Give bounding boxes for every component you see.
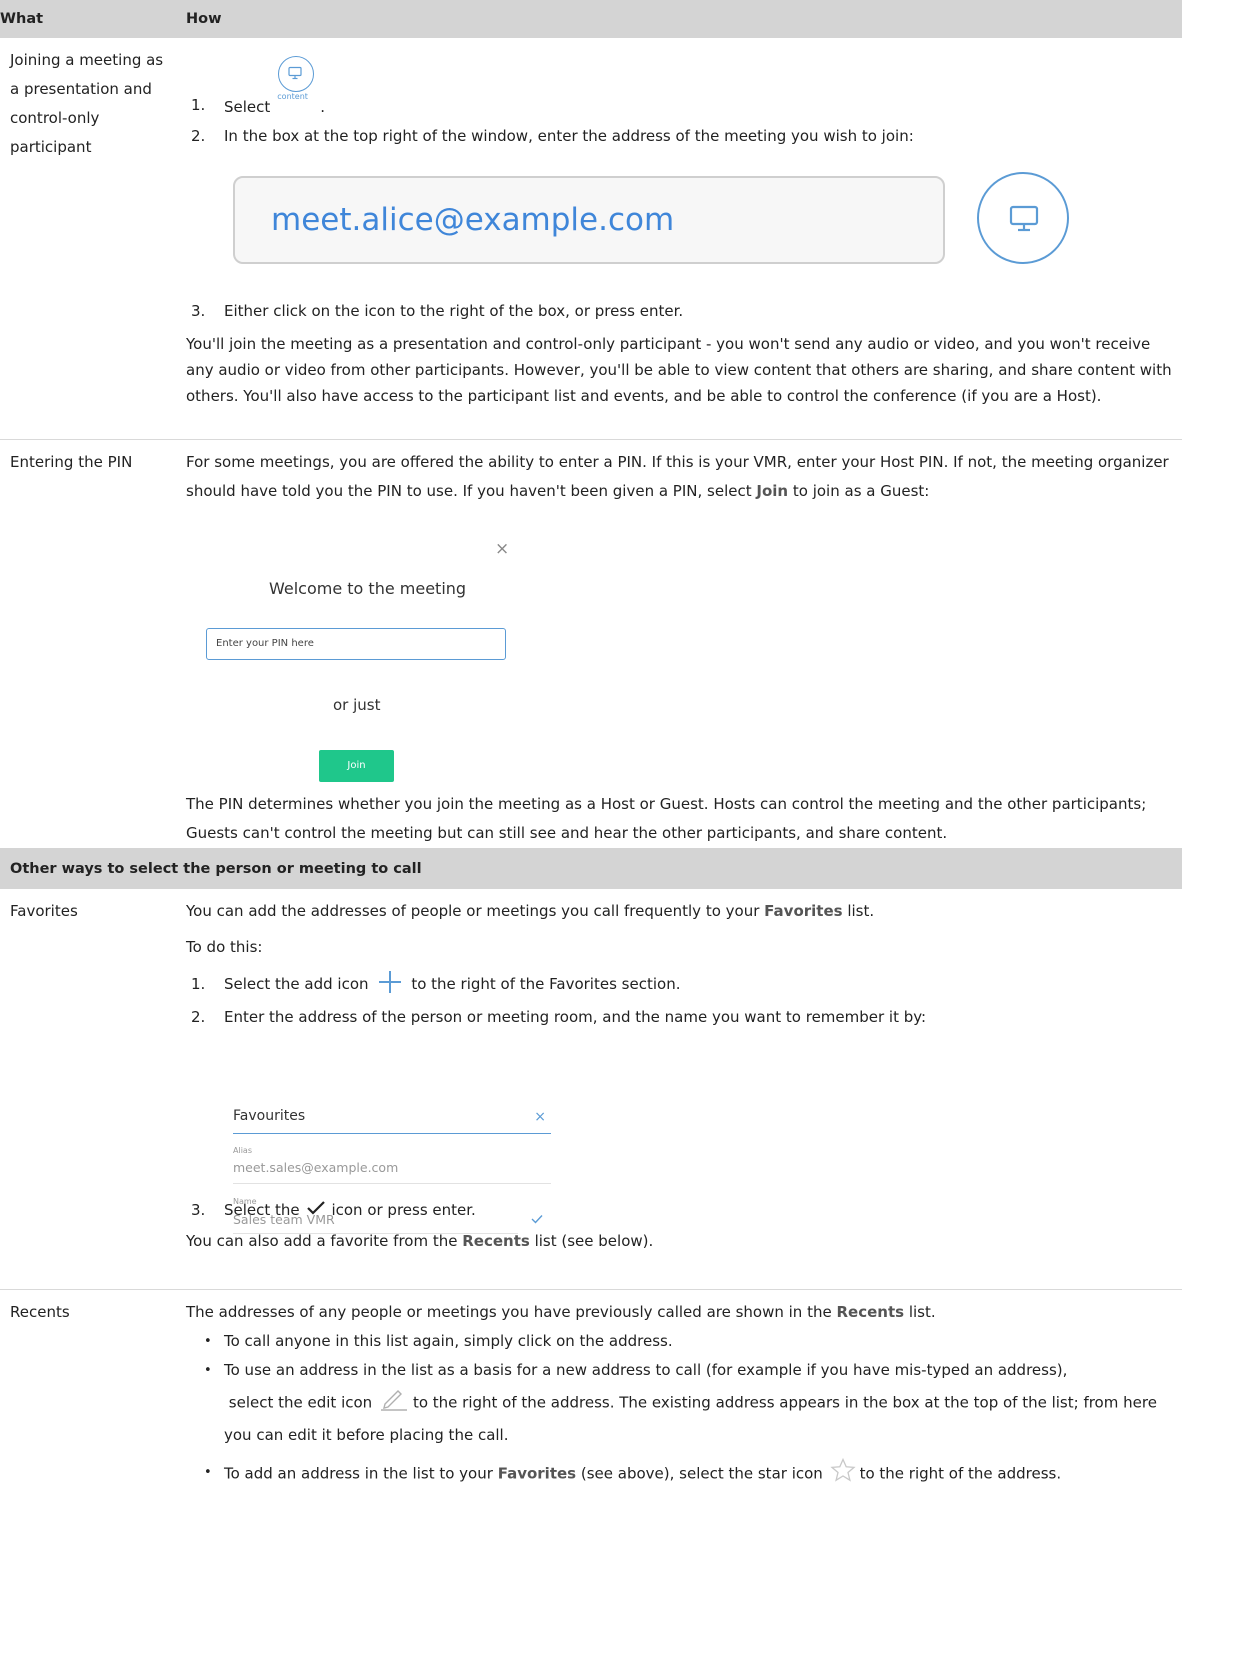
recents-term: Recents bbox=[836, 1303, 905, 1321]
monitor-icon bbox=[288, 66, 302, 80]
table-header-row: What How bbox=[0, 0, 1182, 38]
list-item: To call anyone in this list again, simpl… bbox=[186, 1327, 1182, 1356]
step-text: Enter the address of the person or meeti… bbox=[224, 1008, 927, 1026]
join-steps-cont: 3. Either click on the icon to the right … bbox=[186, 298, 1182, 328]
text: list. bbox=[908, 1303, 936, 1321]
table-row: Entering the PIN For some meetings, you … bbox=[0, 439, 1182, 848]
row-label-favorites: Favorites bbox=[10, 902, 78, 920]
list-item: 1. Select content. bbox=[186, 56, 1182, 121]
list-item: 3. Either click on the icon to the right … bbox=[191, 302, 684, 320]
join-steps: 1. Select content. 2. In the box at the to… bbox=[186, 56, 1182, 153]
step-text: Either click on the icon to the right of… bbox=[224, 302, 684, 320]
monitor-icon bbox=[1009, 205, 1039, 232]
text: to the right of the address. bbox=[859, 1464, 1062, 1483]
pin-paragraph-1: For some meetings, you are offered the a… bbox=[186, 440, 1182, 506]
name-label: Name bbox=[233, 1197, 257, 1206]
pin-paragraph-2: The PIN determines whether you join the … bbox=[186, 795, 1147, 842]
favorites-paragraph-1: You can add the addresses of people or m… bbox=[186, 889, 1182, 926]
pin-placeholder: Enter your PIN here bbox=[216, 638, 314, 649]
text: select the edit icon bbox=[228, 1393, 373, 1412]
favorites-term: Favorites bbox=[764, 902, 843, 920]
table-row: Favorites You can add the addresses of p… bbox=[0, 889, 1182, 1290]
content-caption: content bbox=[277, 92, 308, 101]
divider bbox=[233, 1133, 551, 1134]
text: For some meetings, you are offered the a… bbox=[186, 453, 1169, 500]
divider bbox=[233, 1233, 518, 1234]
text: to join as a Guest: bbox=[792, 482, 930, 500]
text: to the right of the Favorites section. bbox=[411, 975, 681, 993]
address-value: meet.alice@example.com bbox=[271, 202, 675, 238]
favorites-todo: To do this: bbox=[186, 938, 263, 956]
name-value: Sales team VMR bbox=[233, 1212, 335, 1227]
list-item: 1. Select the add icon to the right of th… bbox=[186, 968, 1182, 1000]
content-join-button-example bbox=[977, 172, 1069, 264]
alias-value: meet.sales@example.com bbox=[233, 1160, 399, 1175]
favourites-panel-example: Favourites × Alias meet.sales@example.co… bbox=[233, 1103, 551, 1241]
favorites-steps: 1. Select the add icon to the right of th… bbox=[186, 962, 1182, 1032]
section-header-row: Other ways to select the person or meeti… bbox=[0, 848, 1182, 889]
text: list (see below). bbox=[534, 1232, 654, 1250]
close-icon: × bbox=[534, 1109, 546, 1125]
row-label-joining: Joining a meeting as a presentation and … bbox=[10, 51, 164, 156]
pin-input-example: Enter your PIN here bbox=[206, 628, 506, 660]
text: Select the add icon bbox=[224, 975, 369, 993]
alias-label: Alias bbox=[233, 1146, 252, 1155]
header-what: What bbox=[0, 0, 186, 38]
text: To use an address in the list as a basis… bbox=[224, 1361, 1068, 1379]
join-button-label: Join bbox=[347, 760, 366, 771]
edit-icon bbox=[380, 1390, 407, 1411]
header-how: How bbox=[186, 0, 1182, 38]
text: You can add the addresses of people or m… bbox=[186, 902, 760, 920]
address-input-example: meet.alice@example.com bbox=[233, 176, 945, 264]
row-label-recents: Recents bbox=[0, 1289, 186, 1598]
row-content-recents: The addresses of any people or meetings … bbox=[186, 1289, 1182, 1598]
divider bbox=[233, 1183, 551, 1184]
favorites-term: Favorites bbox=[497, 1464, 577, 1483]
list-item: 2. Enter the address of the person or mee… bbox=[191, 1008, 927, 1026]
text: The addresses of any people or meetings … bbox=[186, 1303, 832, 1321]
checkmark-icon bbox=[531, 1215, 543, 1224]
star-icon bbox=[829, 1458, 856, 1482]
recents-bullets: To call anyone in this list again, simpl… bbox=[186, 1327, 1182, 1490]
join-button-example: Join bbox=[319, 750, 394, 782]
text: To call anyone in this list again, simpl… bbox=[224, 1332, 673, 1350]
text: list. bbox=[847, 902, 875, 920]
row-label-pin: Entering the PIN bbox=[0, 439, 186, 848]
plus-icon bbox=[379, 970, 402, 993]
step-text: Select bbox=[224, 98, 271, 116]
text: To add an address in the list to your bbox=[224, 1464, 493, 1483]
list-item: To add an address in the list to your Fa… bbox=[186, 1450, 1182, 1490]
step-text-end: . bbox=[320, 98, 326, 116]
list-item: To use an address in the list as a basis… bbox=[186, 1356, 1182, 1450]
join-term: Join bbox=[756, 482, 789, 500]
document-page: What How Joining a meeting as a presenta… bbox=[0, 0, 1245, 1653]
favourites-panel-title: Favourites bbox=[233, 1108, 306, 1124]
text: (see above), select the star icon bbox=[580, 1464, 823, 1483]
close-icon: × bbox=[495, 539, 510, 559]
recents-paragraph-1: The addresses of any people or meetings … bbox=[186, 1290, 1182, 1327]
table-row: Recents The addresses of any people or m… bbox=[0, 1289, 1182, 1598]
pin-dialog-title: Welcome to the meeting bbox=[269, 579, 467, 598]
list-item: 2. In the box at the top right of the win… bbox=[191, 127, 914, 145]
pin-or-just: or just bbox=[333, 696, 381, 714]
step-text: In the box at the top right of the windo… bbox=[224, 127, 914, 145]
section-title: Other ways to select the person or meeti… bbox=[0, 848, 1182, 889]
content-button-example: content bbox=[274, 56, 320, 112]
join-paragraph: You'll join the meeting as a presentatio… bbox=[186, 335, 1172, 405]
